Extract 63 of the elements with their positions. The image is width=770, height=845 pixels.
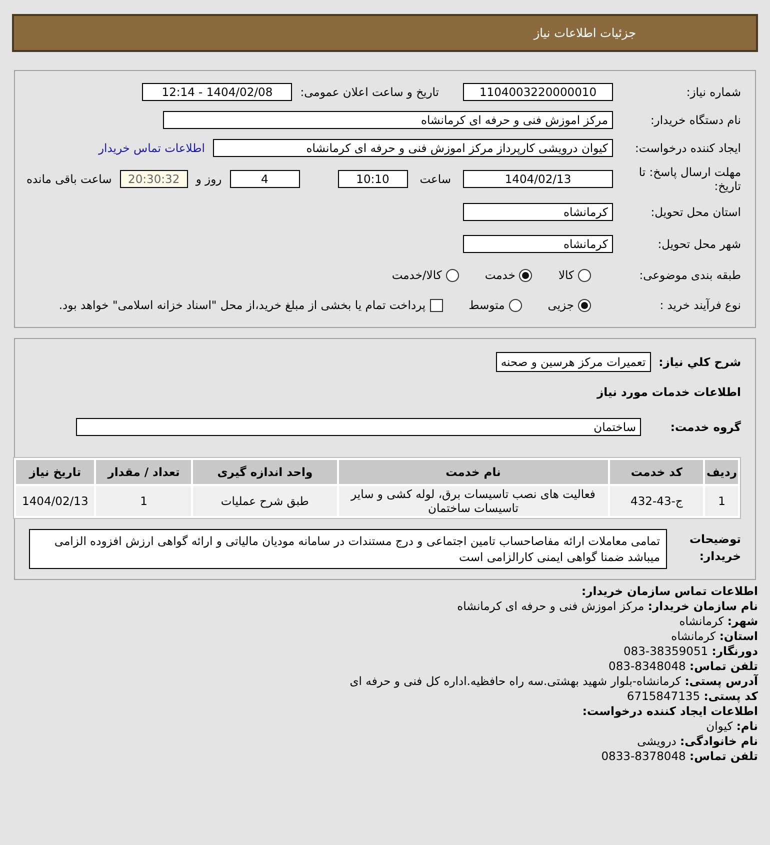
countdown-field: 20:30:32	[120, 170, 188, 188]
contact-line: نام خانوادگی: درویشی	[636, 734, 758, 749]
section-title: اطلاعات خدمات مورد نیاز	[597, 385, 741, 399]
field-label: مهلت ارسال پاسخ: تا تاریخ:	[638, 165, 741, 193]
option-label: خدمت	[484, 268, 516, 282]
contact-heading: اطلاعات تماس سازمان خریدار:	[580, 584, 758, 599]
table-cell: طبق شرح عملیات	[193, 486, 337, 516]
province-field: کرمانشاه	[463, 203, 613, 221]
page-header: جزئیات اطلاعات نیاز	[12, 14, 758, 52]
field-label: گروه خدمت:	[669, 420, 741, 434]
deadline-date-field: 1404/02/13	[463, 170, 613, 188]
days-label: روز و	[196, 172, 222, 186]
contact-heading: اطلاعات ایجاد کننده درخواست:	[581, 704, 758, 719]
column-header: تعداد / مقدار	[96, 460, 192, 484]
days-field: 4	[230, 170, 300, 188]
contact-link[interactable]: اطلاعات تماس خریدار	[98, 141, 205, 155]
announce-date-field: 1404/02/08 - 12:14	[142, 83, 292, 101]
city-field: کرمانشاه	[463, 235, 613, 253]
checkbox-label: پرداخت تمام یا بخشی از مبلغ خرید،از محل "اسناد خزانه اسلامی" خواهد بود.	[58, 298, 426, 312]
table-cell: 1	[705, 486, 738, 516]
table-cell: فعالیت های نصب تاسیسات برق، لوله کشی و سایر تاسیسات ساختمان	[338, 486, 608, 516]
description-field: تعمیرات مرکز هرسین و صحنه	[496, 352, 651, 372]
field-label: تاریخ و ساعت اعلان عمومی:	[300, 85, 439, 99]
contact-line: نام سازمان خریدار: مرکز اموزش فنی و حرفه ای کرمانشاه	[456, 599, 758, 614]
option-label: کالا/خدمت	[392, 268, 442, 282]
radio-button[interactable]	[519, 268, 532, 282]
table-cell: 1404/02/13	[16, 486, 94, 516]
radio-button[interactable]	[508, 298, 522, 312]
field-label: نوع فرآیند خرید :	[658, 298, 741, 312]
field-label: استان محل تحویل:	[650, 205, 741, 219]
radio-button[interactable]	[578, 298, 591, 312]
service-group-field: ساختمان	[76, 418, 641, 436]
column-header: ردیف	[705, 460, 738, 484]
table-cell: ج-43-432	[610, 486, 704, 516]
contact-line: استان: کرمانشاه	[670, 629, 758, 644]
time-label: ساعت	[420, 172, 451, 186]
column-header: کد خدمت	[610, 460, 704, 484]
radio-button[interactable]	[578, 268, 591, 282]
buyer-notes-text: تمامی معاملات ارائه مفاصاحساب تامین اجتماعی و درج مستندات در سامانه مودیان مالیاتی و ارائه گواهی ارزش افزوده الزامی میباشد ضمنا گواهی ایمنی کارالزامی است	[29, 529, 667, 569]
contact-line: آدرس پستی: کرمانشاه-بلوار شهید بهشتی.سه راه حافظیه.اداره کل فنی و حرفه ای	[348, 674, 758, 689]
table-cell: 1	[96, 486, 192, 516]
field-label: ایجاد کننده درخواست:	[634, 141, 741, 155]
contact-line: شهر: کرمانشاه	[678, 614, 758, 629]
contact-line: نام: کیوان	[705, 719, 758, 734]
field-label: شماره نیاز:	[685, 85, 741, 99]
field-label: شهر محل تحویل:	[656, 237, 741, 251]
field-label: توضیحات خریدار:	[688, 531, 741, 565]
field-label: نام دستگاه خریدار:	[649, 113, 741, 127]
deadline-time-field: 10:10	[338, 170, 408, 188]
radio-button[interactable]	[446, 268, 459, 282]
need-number-field: 1104003220000010	[463, 83, 613, 101]
column-header: تاریخ نیاز	[16, 460, 94, 484]
option-label: جزیی	[548, 298, 574, 312]
buyer-org-field: مرکز اموزش فنی و حرفه ای کرمانشاه	[163, 111, 613, 129]
column-header: واحد اندازه گیری	[193, 460, 337, 484]
option-label: کالا	[558, 268, 574, 282]
requester-field: کیوان درویشی کارپرداز مرکز اموزش فنی و حرفه ای کرمانشاه	[213, 139, 613, 157]
column-header: نام خدمت	[338, 460, 608, 484]
option-label: متوسط	[468, 298, 505, 312]
countdown-label: ساعت باقی مانده	[26, 172, 112, 186]
field-label: شرح کلي نياز:	[658, 355, 741, 369]
field-label: طبقه بندی موضوعی:	[638, 268, 741, 282]
checkbox[interactable]	[430, 298, 443, 312]
